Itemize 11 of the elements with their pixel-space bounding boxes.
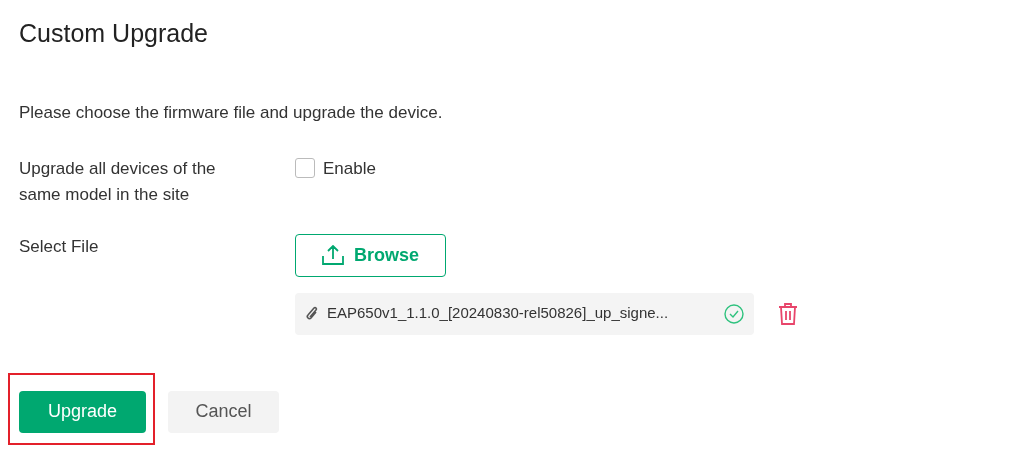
checkbox[interactable] xyxy=(295,158,315,179)
description-text: Please choose the firmware file and upgrade the device. xyxy=(19,102,444,124)
field-label: Upgrade all devices of the same model in the site xyxy=(19,157,217,206)
upload-icon xyxy=(322,245,344,265)
file-name: EAP650v1_1.1.0_[20240830-rel50826]_up_signe... xyxy=(327,303,670,324)
paperclip-icon xyxy=(305,305,319,322)
cancel-button[interactable]: Cancel xyxy=(168,390,279,433)
page-title: Custom Upgrade xyxy=(19,18,209,48)
checkbox-label[interactable]: Enable xyxy=(323,155,376,181)
field-label: Select File xyxy=(19,235,100,258)
trash-icon[interactable] xyxy=(778,303,798,326)
